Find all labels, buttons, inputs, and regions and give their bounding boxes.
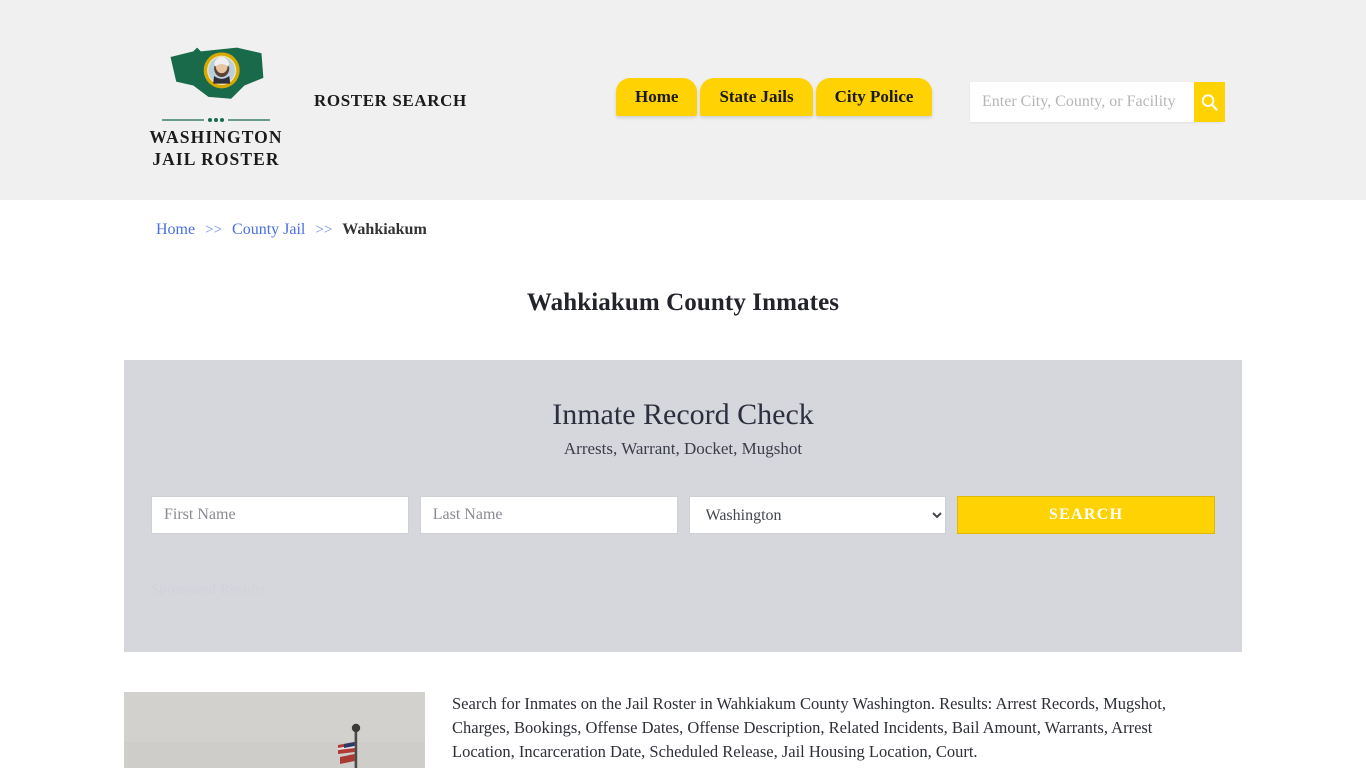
breadcrumb-separator: >>: [205, 222, 223, 238]
nav-item-home[interactable]: Home: [616, 78, 698, 116]
header-search-button[interactable]: [1194, 82, 1225, 122]
breadcrumb-item-county-jail[interactable]: County Jail: [232, 221, 305, 238]
jail-photo: [124, 692, 425, 768]
state-select[interactable]: Washington: [688, 496, 947, 534]
last-name-input[interactable]: [419, 496, 678, 534]
description-text: Search for Inmates on the Jail Roster in…: [452, 694, 1166, 761]
breadcrumb-separator: >>: [315, 222, 333, 238]
description-section: Search for Inmates on the Jail Roster in…: [124, 692, 1242, 768]
panel-subtitle: Arrests, Warrant, Docket, Mugshot: [563, 439, 803, 458]
panel-title: Inmate Record Check: [552, 398, 814, 431]
logo-text-line2: JAIL ROSTER: [152, 149, 280, 169]
site-logo[interactable]: WASHINGTON JAIL ROSTER: [148, 40, 284, 170]
breadcrumb-item-home[interactable]: Home: [156, 221, 195, 238]
inmate-record-check-panel: Inmate Record Check Arrests, Warrant, Do…: [124, 360, 1242, 652]
search-records-button[interactable]: SEARCH: [957, 496, 1215, 534]
search-icon: [1201, 93, 1218, 111]
flagpole-photo-icon: [124, 692, 425, 768]
breadcrumb-item-current: Wahkiakum: [342, 221, 427, 238]
breadcrumb: Home >> County Jail >> Wahkiakum: [156, 221, 427, 239]
site-tagline: ROSTER SEARCH: [314, 91, 467, 110]
header-search-box: [970, 82, 1225, 122]
nav-item-state-jails[interactable]: State Jails: [700, 78, 813, 116]
logo-divider-icon: [162, 118, 270, 122]
first-name-input[interactable]: [151, 496, 409, 534]
header-search-input[interactable]: [970, 82, 1194, 122]
main-navigation: Home State Jails City Police: [616, 78, 933, 116]
sponsored-results-label: Sponsored Results: [151, 582, 266, 598]
page-title: Wahkiakum County Inmates: [526, 288, 840, 316]
logo-text-line1: WASHINGTON: [149, 127, 283, 147]
nav-item-city-police[interactable]: City Police: [815, 78, 933, 116]
inmate-search-form: Washington SEARCH: [151, 496, 1215, 534]
site-header: WASHINGTON JAIL ROSTER ROSTER SEARCH Hom…: [0, 0, 1366, 200]
washington-state-seal-icon: [170, 47, 264, 99]
